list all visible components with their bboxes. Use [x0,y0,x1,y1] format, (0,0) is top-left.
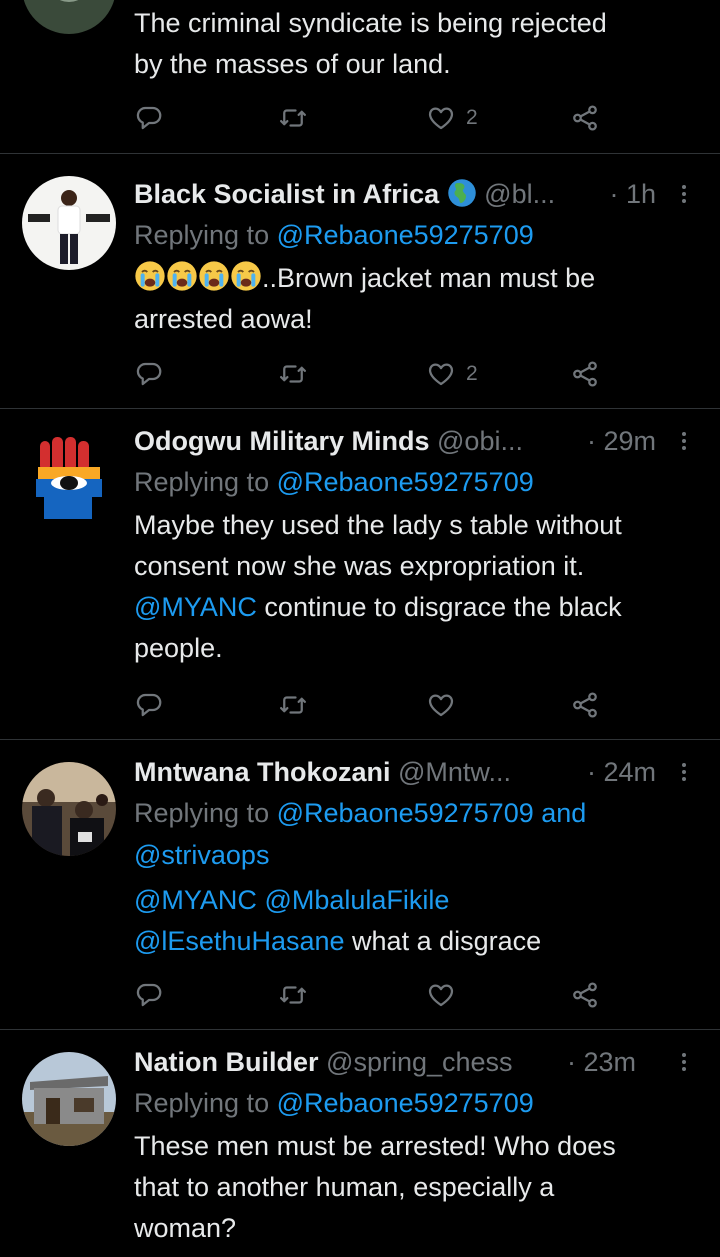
tweet-header: Nation Builder @spring_chess · 23m [134,1042,696,1082]
more-icon [682,185,686,189]
like-button[interactable]: 2 [426,98,478,138]
tweet-text: @MYANC @MbalulaFikile @lEsethuHasane wha… [134,885,542,956]
avatar[interactable] [22,0,116,34]
tweet[interactable]: Odogwu Military Minds @obi... · 29m Repl… [0,409,720,740]
more-button[interactable] [672,421,696,461]
tweet-actions [134,685,614,725]
reply-icon [136,362,162,386]
retweet-button[interactable] [278,98,308,138]
reply-button[interactable] [134,685,164,725]
tweet-text: Maybe they used the lady s table without… [134,510,622,663]
globe-africa-icon [447,179,476,207]
heart-icon [428,984,454,1007]
mention-link[interactable]: @Rebaone59275709 [277,467,534,497]
timestamp[interactable]: · 1h [609,174,656,214]
replying-to: Replying to @Rebaone59275709 and @striva… [134,798,587,870]
tweet-header: Odogwu Military Minds @obi... · 29m [134,421,696,461]
tweet-actions: 2 [134,98,614,138]
reply-button[interactable] [134,98,164,138]
share-button[interactable] [570,685,600,725]
mention-link[interactable]: @MbalulaFikile [264,885,449,915]
retweet-icon [280,365,306,383]
retweet-button[interactable] [278,354,308,394]
tweet[interactable]: Nation Builder @spring_chess · 23m Reply… [0,1030,720,1257]
tweet-text: ..Brown jacket man must be arrested aowa… [134,258,696,340]
tweet-header: Black Socialist in Africa @bl... · 1h [134,174,696,214]
avatar[interactable] [22,762,116,856]
tweet[interactable]: The criminal syndicate is being rejected… [0,0,720,154]
more-button[interactable] [672,752,696,792]
timestamp[interactable]: · 23m [567,1042,636,1082]
tweet[interactable]: Mntwana Thokozani @Mntw... · 24m Replyin… [0,740,720,1030]
mention-link[interactable]: @lEsethuHasane [134,926,345,956]
avatar[interactable] [22,1052,116,1146]
tweet-text: These men must be arrested! Who does tha… [134,1131,616,1243]
more-icon [682,763,686,767]
reply-icon [136,106,162,130]
tweet-text: The criminal syndicate is being rejected… [134,8,607,79]
avatar[interactable] [22,176,116,270]
reply-button[interactable] [134,354,164,394]
crying-face-icon [135,261,165,291]
reply-feed: The criminal syndicate is being rejected… [0,0,720,1257]
like-count: 2 [466,106,478,129]
handle[interactable]: @bl... [484,179,555,209]
tweet-actions: 2 [134,354,614,394]
timestamp[interactable]: · 24m [587,752,656,792]
more-button[interactable] [672,1042,696,1082]
share-button[interactable] [570,354,600,394]
like-button[interactable] [426,685,456,725]
heart-icon [428,107,454,130]
tweet-header: Mntwana Thokozani @Mntw... · 24m [134,752,696,792]
like-button[interactable] [426,975,456,1015]
reply-icon [136,983,162,1007]
handle[interactable]: @spring_chess [326,1047,513,1077]
heart-icon [428,363,454,386]
crying-face-icon [167,261,197,291]
share-icon [573,692,597,718]
retweet-button[interactable] [278,975,308,1015]
reply-icon [136,693,162,717]
timestamp[interactable]: · 29m [587,421,656,461]
more-icon [682,432,686,436]
tweet[interactable]: Black Socialist in Africa @bl... · 1h Re… [0,154,720,409]
retweet-icon [280,986,306,1004]
avatar[interactable] [22,431,116,525]
share-icon [573,361,597,387]
like-button[interactable]: 2 [426,354,478,394]
mention-link[interactable]: @Rebaone59275709 [277,798,534,828]
display-name[interactable]: Nation Builder [134,1047,319,1077]
crying-face-icon [231,261,261,291]
share-button[interactable] [570,98,600,138]
retweet-button[interactable] [278,685,308,725]
tweet-actions [134,975,614,1015]
display-name[interactable]: Mntwana Thokozani [134,757,391,787]
more-icon [682,1053,686,1057]
like-count: 2 [466,362,478,385]
mention-link[interactable]: @MYANC [134,592,257,622]
display-name[interactable]: Black Socialist in Africa [134,179,439,209]
more-button[interactable] [672,174,696,214]
share-button[interactable] [570,975,600,1015]
crying-face-icon [199,261,229,291]
mention-link[interactable]: @strivaops [134,840,269,870]
handle[interactable]: @Mntw... [398,757,511,787]
display-name[interactable]: Odogwu Military Minds [134,426,430,456]
replying-to: Replying to @Rebaone59275709 [134,467,534,497]
heart-icon [428,694,454,717]
share-icon [573,982,597,1008]
retweet-icon [280,109,306,127]
replying-to: Replying to @Rebaone59275709 [134,220,534,250]
replying-to: Replying to @Rebaone59275709 [134,1088,534,1118]
reply-button[interactable] [134,975,164,1015]
mention-link[interactable]: @MYANC [134,885,257,915]
mention-link[interactable]: @Rebaone59275709 [277,220,534,250]
handle[interactable]: @obi... [437,426,523,456]
mention-link[interactable]: @Rebaone59275709 [277,1088,534,1118]
share-icon [573,105,597,131]
retweet-icon [280,696,306,714]
